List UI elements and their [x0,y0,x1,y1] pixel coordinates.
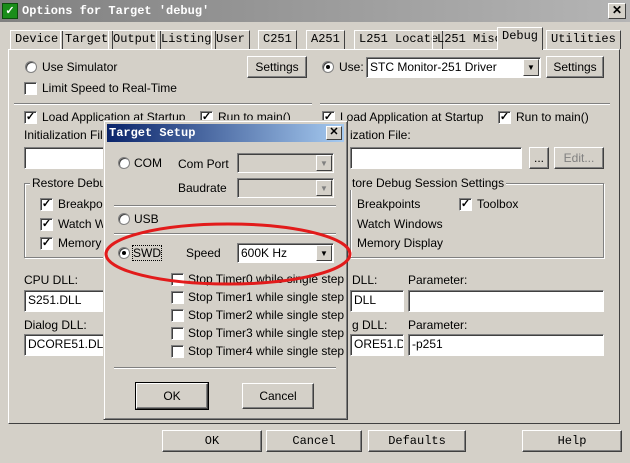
use-simulator-label: Use Simulator [42,60,118,74]
speed-select-value: 600K Hz [241,246,288,260]
right-load-app-label: Load Application at Startup [340,110,484,124]
dialog-parameter-label: Parameter: [408,318,468,332]
modal-separator-3 [114,367,336,369]
driver-select-value: STC Monitor-251 Driver [370,60,497,74]
stop-timer0-checkbox[interactable] [171,273,184,286]
modal-titlebar[interactable]: Target Setup ✕ [107,124,344,142]
tab-debug[interactable]: Debug [497,27,544,50]
swd-radio[interactable] [118,247,130,259]
browse-button[interactable]: ... [529,147,549,169]
baudrate-label: Baudrate [178,181,227,195]
left-breakpoints-checkbox[interactable]: ✓ [40,198,53,211]
left-init-file-label: Initialization File: [24,128,113,142]
chevron-down-icon[interactable]: ▼ [316,245,332,261]
com-label: COM [134,156,162,170]
stop-timer1-label: Stop Timer1 while single step [188,290,345,304]
com-port-label: Com Port [178,157,229,171]
modal-separator-2 [114,233,336,235]
tab-user[interactable]: User [211,30,250,49]
right-separator [320,103,610,105]
stop-timer3-label: Stop Timer3 while single step [188,326,345,340]
speed-select[interactable]: 600K Hz ▼ [237,243,334,263]
stop-timer0-label: Stop Timer0 while single step [188,272,345,286]
help-button[interactable]: Help [522,430,622,452]
right-init-file-label: ization File: [350,128,411,142]
chevron-down-icon[interactable]: ▼ [316,155,332,171]
simulator-settings-button[interactable]: Settings [247,56,307,78]
right-dialog-dll-label: g DLL: [352,318,388,332]
window-close-button[interactable]: ✕ [608,3,626,19]
tab-a251[interactable]: A251 [306,30,345,49]
window-title: Options for Target 'debug' [22,4,210,18]
modal-cancel-button[interactable]: Cancel [242,383,314,409]
tab-device[interactable]: Device [10,30,64,49]
left-watch-checkbox[interactable]: ✓ [40,218,53,231]
limit-speed-label: Limit Speed to Real-Time [42,81,177,95]
stop-timer1-checkbox[interactable] [171,291,184,304]
left-watch-label: Watch W [58,217,107,231]
right-breakpoints-label: Breakpoints [357,197,421,211]
defaults-button[interactable]: Defaults [368,430,466,452]
tab-l251-locate[interactable]: L251 Locate [354,30,444,49]
usb-radio[interactable] [118,213,130,225]
cpu-parameter-label: Parameter: [408,273,468,287]
stop-timer4-checkbox[interactable] [171,345,184,358]
stop-timer2-label: Stop Timer2 while single step [188,308,345,322]
chevron-down-icon[interactable]: ▼ [316,180,332,196]
stop-timer3-checkbox[interactable] [171,327,184,340]
stop-timer2-checkbox[interactable] [171,309,184,322]
tab-c251[interactable]: C251 [258,30,297,49]
right-watch-label: Watch Windows [357,217,443,231]
com-radio[interactable] [118,157,130,169]
tab-utilities[interactable]: Utilities [546,30,621,49]
left-separator [14,103,312,105]
right-run-to-main-checkbox[interactable]: ✓ [498,111,511,124]
modal-title: Target Setup [109,126,196,140]
left-dialog-dll-label: Dialog DLL: [24,318,87,332]
left-cpu-dll-input[interactable]: S251.DLL [24,290,104,312]
dialog-parameter-input[interactable]: -p251 [408,334,604,356]
right-cpu-dll-label: DLL: [352,273,378,287]
left-restore-group-label: Restore Debug [30,176,115,190]
right-init-file-input[interactable] [350,147,522,169]
toolbox-label: Toolbox [477,197,519,211]
modal-close-button[interactable]: ✕ [326,126,342,140]
modal-separator-1 [114,205,336,207]
driver-select[interactable]: STC Monitor-251 Driver ▼ [366,57,541,78]
target-setup-dialog: Target Setup ✕ COM Com Port ▼ Baudrate ▼… [103,120,348,420]
cancel-button[interactable]: Cancel [266,430,362,452]
left-breakpoints-label: Breakpoi [58,197,106,211]
driver-settings-button[interactable]: Settings [546,56,604,78]
left-load-app-checkbox[interactable]: ✓ [24,111,37,124]
cpu-parameter-input[interactable] [408,290,604,312]
right-run-to-main-label: Run to main() [516,110,589,124]
speed-label: Speed [186,246,221,260]
baudrate-select[interactable]: ▼ [237,178,334,198]
left-memory-checkbox[interactable]: ✓ [40,237,53,250]
use-simulator-radio[interactable] [25,61,37,73]
left-cpu-dll-label: CPU DLL: [24,273,79,287]
use-driver-radio[interactable] [322,61,334,73]
right-restore-group-label: tore Debug Session Settings [350,176,507,190]
toolbox-checkbox[interactable]: ✓ [459,198,472,211]
tab-output[interactable]: Output [108,30,162,49]
edit-button[interactable]: Edit... [554,147,604,169]
tab-listing[interactable]: Listing [156,30,217,49]
keil-app-icon: ✓ [2,3,18,19]
ok-button[interactable]: OK [162,430,262,452]
swd-label: SWD [132,245,162,261]
right-memory-label: Memory Display [357,236,444,250]
tab-l251-misc[interactable]: L251 Misc [432,30,507,49]
stop-timer4-label: Stop Timer4 while single step [188,344,345,358]
limit-speed-checkbox[interactable] [24,82,37,95]
usb-label: USB [134,212,159,226]
right-cpu-dll-input[interactable]: DLL [350,290,404,312]
com-port-select[interactable]: ▼ [237,153,334,173]
tab-target[interactable]: Target [60,30,114,49]
right-dialog-dll-input[interactable]: ORE51.DLL [350,334,404,356]
modal-ok-button[interactable]: OK [135,382,209,410]
use-driver-label: Use: [339,60,364,74]
left-dialog-dll-input[interactable]: DCORE51.DLL [24,334,104,356]
chevron-down-icon[interactable]: ▼ [523,59,539,76]
